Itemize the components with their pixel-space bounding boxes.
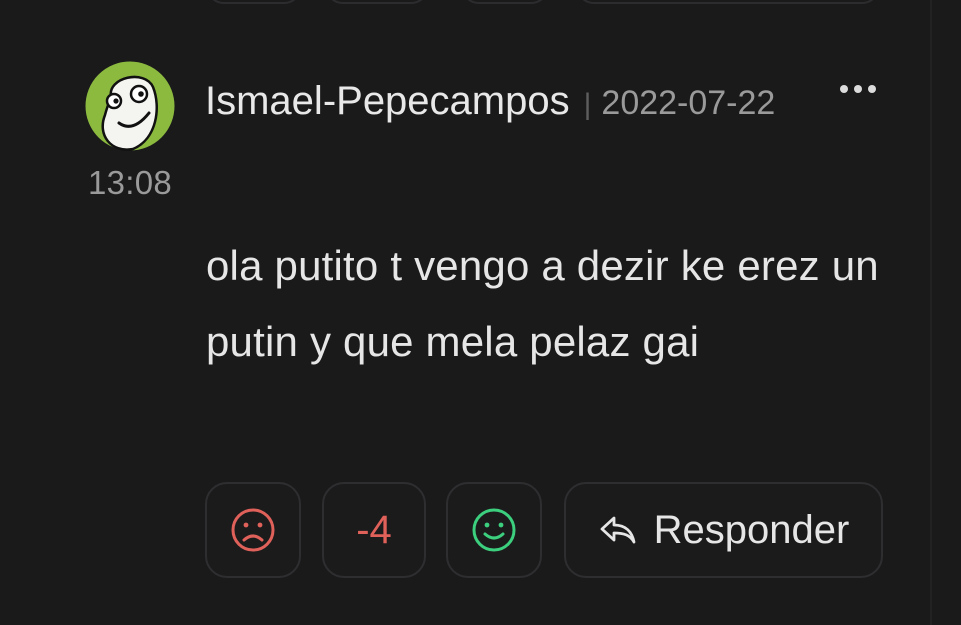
more-options-button[interactable] <box>838 80 880 100</box>
comment-score: -4 <box>356 507 392 552</box>
reply-arrow-icon <box>600 516 636 544</box>
previous-score-pill <box>325 0 429 4</box>
right-divider <box>930 0 932 625</box>
comment-time: 13:08 <box>87 164 173 201</box>
previous-upvote-button[interactable] <box>461 0 549 4</box>
reply-button[interactable]: Responder <box>564 482 883 578</box>
avatar[interactable] <box>81 57 179 155</box>
smile-face-icon <box>472 508 516 552</box>
comment-screen: 13:08 Ismael-Pepecampos | 2022-07-22 ola… <box>0 0 961 625</box>
header-separator: | <box>583 88 592 121</box>
comment-header: Ismael-Pepecampos | 2022-07-22 <box>205 79 775 124</box>
comment-date: 2022-07-22 <box>601 84 776 122</box>
previous-downvote-button[interactable] <box>206 0 302 4</box>
score-pill: -4 <box>322 482 426 578</box>
reply-label: Responder <box>653 507 850 552</box>
author-name[interactable]: Ismael-Pepecampos <box>205 79 570 124</box>
downvote-button[interactable] <box>205 482 301 578</box>
previous-reply-button[interactable] <box>576 0 880 4</box>
upvote-button[interactable] <box>446 482 542 578</box>
comment-body: ola putito t vengo a dezir ke erez un pu… <box>206 242 879 365</box>
sad-face-icon <box>231 508 275 552</box>
